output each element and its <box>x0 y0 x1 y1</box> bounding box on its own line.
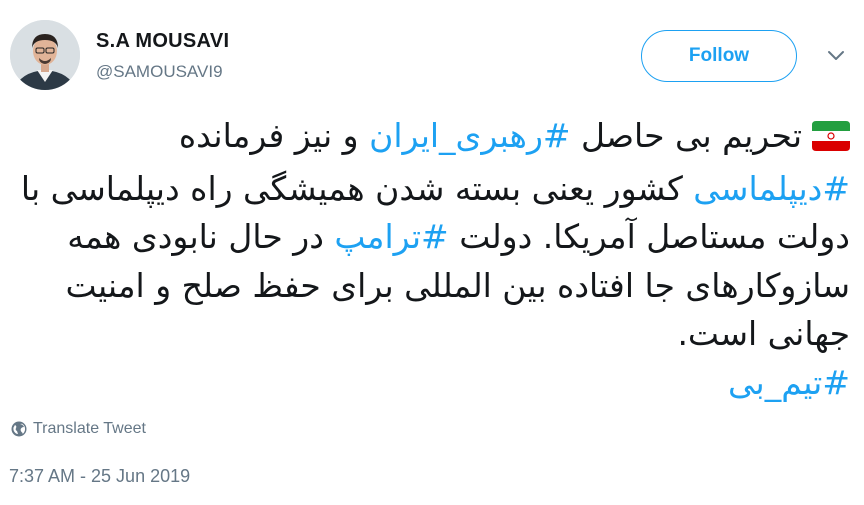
hashtag-link[interactable]: #رهبری_ایران <box>369 116 570 155</box>
translate-tweet-link[interactable]: Translate Tweet <box>11 420 146 438</box>
globe-icon <box>11 421 27 437</box>
iran-flag-icon <box>812 116 850 165</box>
chevron-down-icon[interactable] <box>826 48 846 62</box>
tweet-text-segment: و نیز فرمانده <box>178 116 370 155</box>
tweet-timestamp[interactable]: 7:37 AM - 25 Jun 2019 <box>9 466 190 487</box>
user-handle[interactable]: @SAMOUSAVI9 <box>96 62 223 82</box>
translate-label: Translate Tweet <box>33 420 146 437</box>
hashtag-link[interactable]: #تیم_بی <box>728 363 850 402</box>
tweet-text: تحریم بی حاصل #رهبری_ایران و نیز فرمانده… <box>20 112 850 407</box>
display-name[interactable]: S.A MOUSAVI <box>96 30 229 53</box>
follow-button[interactable]: Follow <box>641 30 797 82</box>
hashtag-link[interactable]: #ترامپ <box>334 217 448 256</box>
avatar[interactable] <box>10 20 80 90</box>
hashtag-link[interactable]: #دیپلماسی <box>693 169 850 208</box>
profile-photo <box>10 20 80 90</box>
tweet-text-segment: تحریم بی حاصل <box>570 116 802 155</box>
